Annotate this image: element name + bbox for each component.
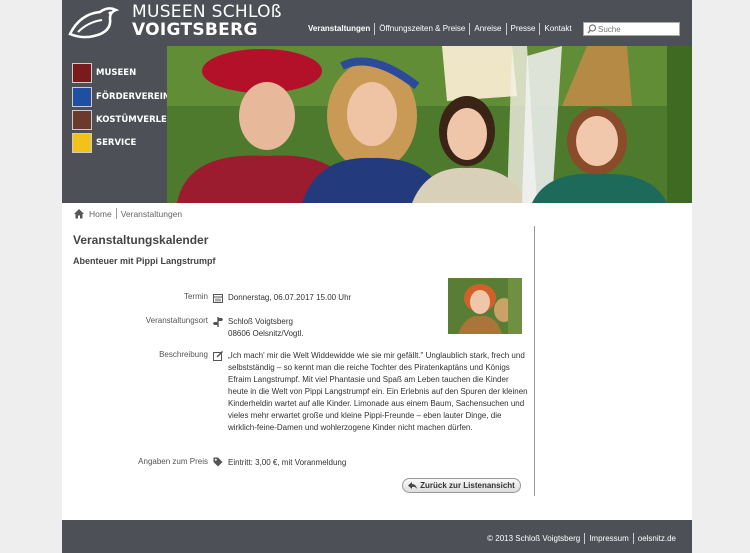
hero-image — [167, 46, 692, 203]
sidebar-item-kostuemverleih[interactable]: KOSTÜMVERLEIH — [72, 110, 177, 130]
breadcrumb: Home Veranstaltungen — [73, 208, 182, 219]
footer-links: © 2013 Schloß Voigtsberg Impressum oelsn… — [483, 533, 680, 544]
nav-veranstaltungen[interactable]: Veranstaltungen — [304, 23, 374, 35]
search-box — [583, 22, 680, 36]
tag-icon — [213, 457, 223, 467]
termin-label: Termin — [183, 292, 208, 301]
search-icon — [587, 24, 597, 34]
nav-anreise[interactable]: Anreise — [469, 23, 505, 35]
brand-line2: VOIGTSBERG — [132, 20, 258, 40]
page-title: Veranstaltungskalender — [73, 233, 209, 247]
event-title: Abenteuer mit Pippi Langstrumpf — [73, 256, 216, 266]
brand-line1: MUSEEN SCHLOß — [132, 2, 282, 22]
search-input[interactable] — [598, 23, 678, 35]
ort-label: Veranstaltungsort — [145, 316, 208, 325]
breadcrumb-current[interactable]: Veranstaltungen — [121, 209, 182, 219]
bird-logo-icon[interactable] — [66, 4, 122, 42]
beschreibung-label: Beschreibung — [159, 350, 208, 359]
top-nav: Veranstaltungen Öffnungszeiten & Preise … — [304, 23, 576, 35]
content-divider — [534, 226, 535, 496]
preis-value: Eintritt: 3,00 €, mit Voranmeldung — [228, 458, 347, 467]
hero-photo — [167, 46, 692, 203]
footer-oelsnitz[interactable]: oelsnitz.de — [632, 533, 680, 544]
swatch-brown — [72, 110, 92, 130]
back-arrow-icon — [408, 481, 418, 489]
back-to-list-button[interactable]: Zurück zur Listenansicht — [402, 478, 521, 493]
event-thumbnail[interactable] — [448, 278, 522, 334]
swatch-red — [72, 63, 92, 83]
nav-presse[interactable]: Presse — [505, 23, 540, 35]
footer: © 2013 Schloß Voigtsberg Impressum oelsn… — [62, 520, 692, 553]
sidebar-item-service[interactable]: SERVICE — [72, 133, 136, 153]
swatch-blue — [72, 87, 92, 107]
footer-copyright: © 2013 Schloß Voigtsberg — [487, 534, 581, 543]
breadcrumb-separator — [115, 208, 117, 219]
home-icon[interactable] — [73, 208, 85, 219]
sidebar-item-museen[interactable]: MUSEEN — [72, 63, 136, 83]
breadcrumb-home[interactable]: Home — [89, 209, 112, 219]
back-button-label: Zurück zur Listenansicht — [420, 481, 515, 490]
calendar-icon — [213, 294, 223, 303]
sidebar-item-label: SERVICE — [96, 138, 137, 148]
footer-impressum[interactable]: Impressum — [584, 533, 633, 544]
beschreibung-value: „Ich mach' mir die Welt Widdewidde wie s… — [228, 351, 528, 432]
nav-oeffnungszeiten[interactable]: Öffnungszeiten & Preise — [374, 23, 469, 35]
preis-label: Angaben zum Preis — [138, 457, 208, 466]
sidebar-item-label: MUSEEN — [96, 68, 137, 78]
sidebar-item-foerderverein[interactable]: FÖRDERVEREIN — [72, 87, 170, 107]
thumbnail-photo — [448, 278, 522, 334]
sidebar-item-label: FÖRDERVEREIN — [96, 92, 170, 102]
sidebar-item-label: KOSTÜMVERLEIH — [96, 115, 178, 125]
nav-kontakt[interactable]: Kontakt — [539, 23, 575, 35]
brand-title[interactable]: MUSEEN SCHLOß VOIGTSBERG — [132, 3, 282, 39]
page: MUSEEN SCHLOß VOIGTSBERG Veranstaltungen… — [62, 0, 692, 553]
signpost-icon — [213, 317, 223, 327]
edit-icon — [213, 351, 223, 361]
sidebar: MUSEEN FÖRDERVEREIN KOSTÜMVERLEIH SERVIC… — [62, 46, 177, 203]
header: MUSEEN SCHLOß VOIGTSBERG Veranstaltungen… — [62, 0, 692, 46]
swatch-yellow — [72, 133, 92, 153]
